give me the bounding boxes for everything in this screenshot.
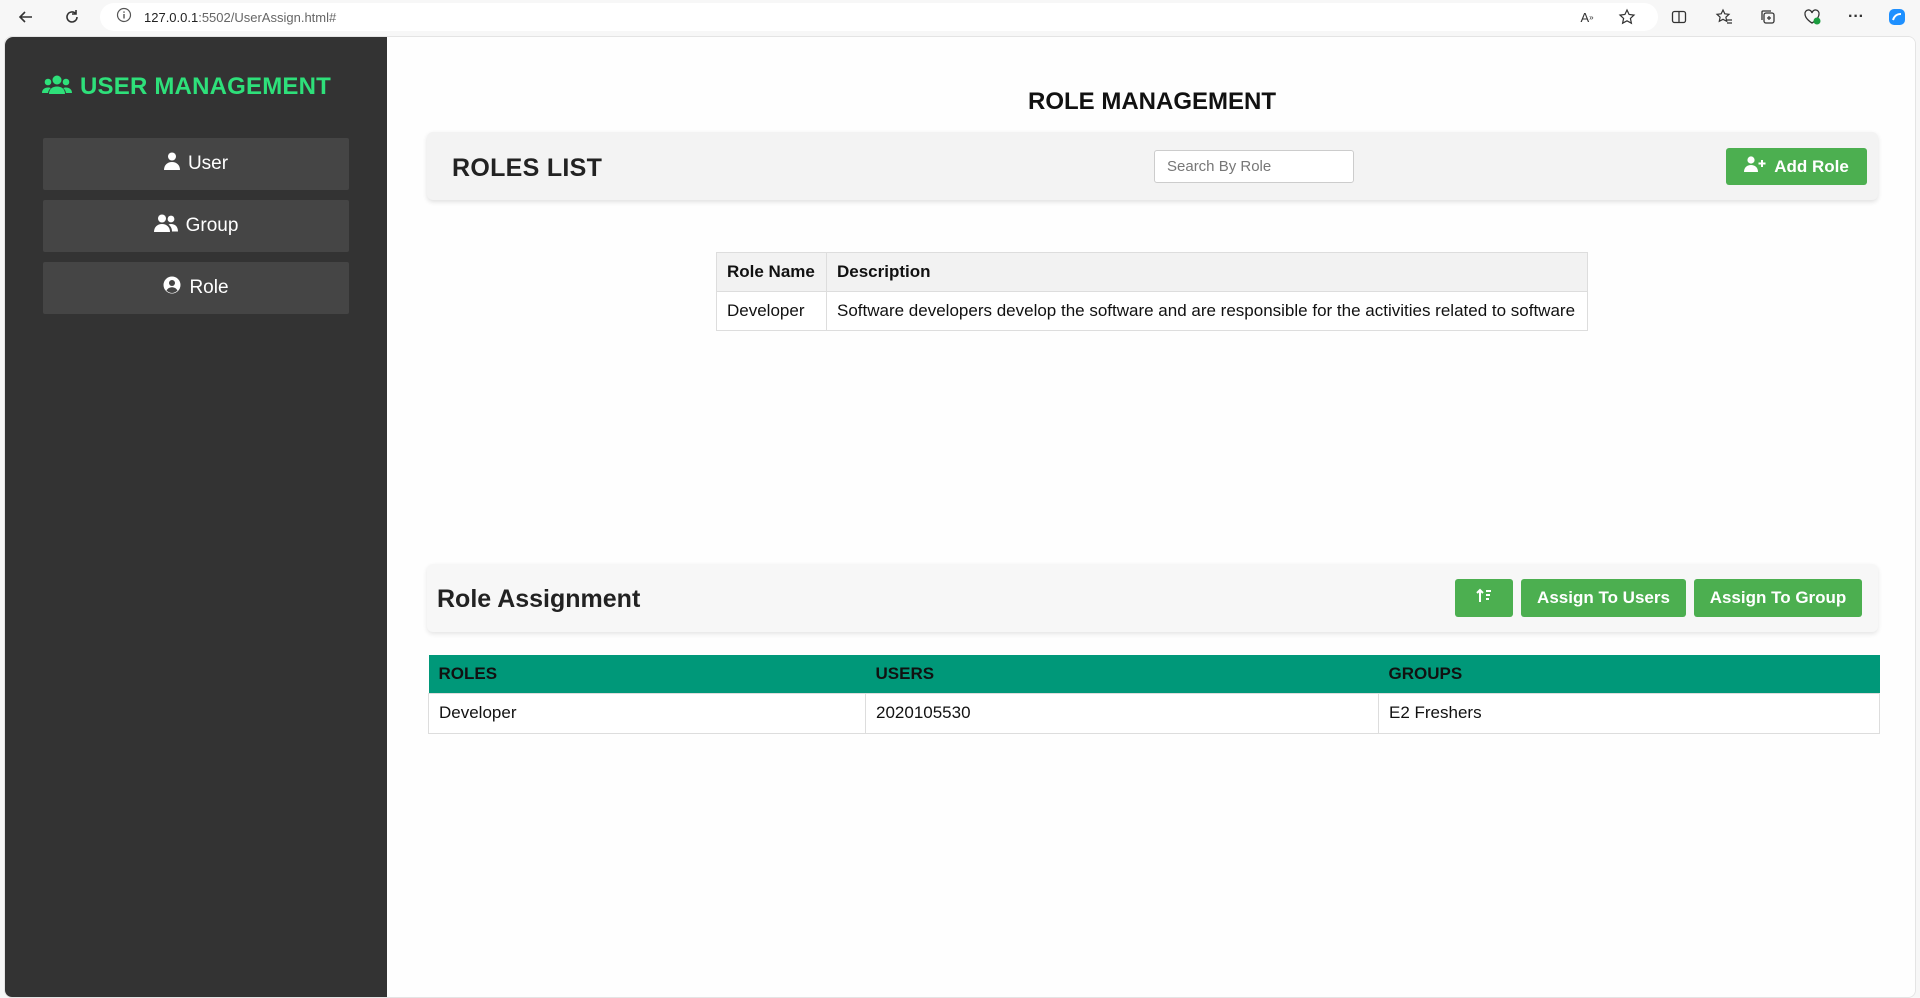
more-menu-icon[interactable]: ··· [1845, 6, 1867, 28]
app-window: USER MANAGEMENT User Group Role ROLE MAN… [4, 36, 1916, 998]
column-header-role-name: Role Name [716, 252, 827, 292]
table-header-row: ROLES USERS GROUPS [428, 655, 1880, 693]
assignment-users-cell: 2020105530 [865, 692, 1379, 734]
sidebar-item-label: Role [189, 277, 229, 298]
address-bar[interactable]: 127.0.0.1:5502/UserAssign.html# [100, 3, 1658, 31]
collections-icon[interactable] [1757, 6, 1779, 28]
browser-essentials-icon[interactable] [1801, 6, 1823, 28]
roles-list-title: ROLES LIST [452, 154, 603, 182]
column-header-roles: ROLES [428, 655, 866, 693]
favorites-icon[interactable] [1713, 6, 1735, 28]
search-role-input[interactable] [1154, 150, 1354, 183]
copilot-icon[interactable] [1886, 6, 1908, 28]
role-description-cell: Software developers develop the software… [826, 291, 1588, 331]
brand: USER MANAGEMENT [42, 73, 331, 101]
role-name-cell: Developer [716, 291, 827, 331]
main-content: ROLE MANAGEMENT ROLES LIST Add Role Role… [387, 37, 1915, 997]
column-header-description: Description [826, 252, 1588, 292]
back-icon[interactable] [14, 5, 38, 29]
column-header-users: USERS [865, 655, 1379, 693]
roles-list-header: ROLES LIST Add Role [427, 132, 1878, 200]
split-screen-icon[interactable] [1668, 6, 1690, 28]
add-role-button[interactable]: Add Role [1726, 148, 1867, 185]
sidebar-item-group[interactable]: Group [43, 200, 349, 252]
sidebar-item-label: User [187, 153, 229, 174]
assignment-role-cell: Developer [428, 692, 866, 734]
user-icon [163, 152, 180, 176]
role-assignment-table: ROLES USERS GROUPS Developer 2020105530 … [428, 655, 1880, 734]
read-aloud-icon[interactable]: A» [1576, 6, 1598, 28]
sidebar: USER MANAGEMENT User Group Role [5, 37, 387, 997]
table-row[interactable]: Developer 2020105530 E2 Freshers [428, 692, 1880, 734]
add-role-label: Add Role [1774, 156, 1849, 176]
sidebar-item-user[interactable]: User [43, 138, 349, 190]
assign-to-users-button[interactable]: Assign To Users [1521, 579, 1686, 617]
sidebar-item-role[interactable]: Role [43, 262, 349, 314]
info-icon[interactable] [116, 7, 132, 28]
table-header-row: Role Name Description [716, 252, 1588, 292]
assign-to-group-button[interactable]: Assign To Group [1694, 579, 1862, 617]
browser-toolbar: 127.0.0.1:5502/UserAssign.html# A» ··· [0, 0, 1920, 34]
brand-title: USER MANAGEMENT [80, 73, 332, 100]
url-text: 127.0.0.1:5502/UserAssign.html# [144, 9, 337, 25]
users-group-icon [42, 74, 72, 101]
role-assignment-title: Role Assignment [437, 585, 641, 613]
sort-icon [1476, 588, 1492, 609]
column-header-groups: GROUPS [1378, 655, 1880, 693]
favorite-star-icon[interactable] [1616, 6, 1638, 28]
user-plus-icon [1744, 156, 1766, 177]
role-assignment-header: Role Assignment Assign To Users Assign T… [427, 564, 1878, 632]
sidebar-item-label: Group [185, 215, 239, 236]
table-row[interactable]: Developer Software developers develop th… [716, 291, 1588, 331]
refresh-icon[interactable] [60, 5, 84, 29]
roles-table: Role Name Description Developer Software… [716, 252, 1588, 331]
user-circle-icon [163, 276, 181, 300]
users-icon [153, 214, 178, 238]
assignment-groups-cell: E2 Freshers [1378, 692, 1880, 734]
page-title: ROLE MANAGEMENT [1028, 88, 1276, 115]
sort-button[interactable] [1455, 579, 1513, 617]
